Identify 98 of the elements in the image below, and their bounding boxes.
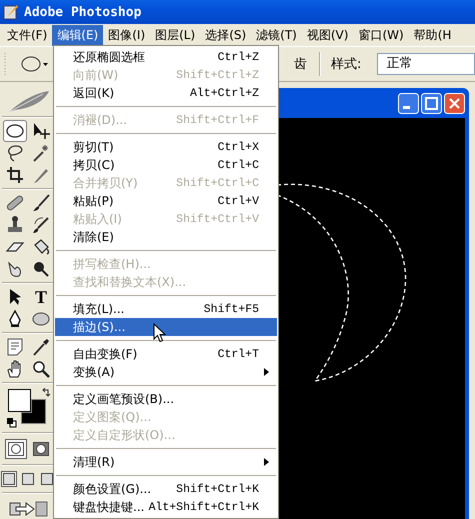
- menu-item-label: 自由变换(F): [73, 346, 138, 362]
- screen-mode-button[interactable]: [1, 471, 17, 487]
- crop-icon: [5, 165, 25, 185]
- menu-item[interactable]: 还原椭圆选框 Ctrl+Z: [55, 48, 277, 66]
- antialias-label: 齿: [294, 56, 307, 73]
- menu-item[interactable]: 粘贴(P) Ctrl+V: [55, 192, 277, 210]
- menu-item-label: 定义画笔预设(B)...: [73, 390, 174, 408]
- menu-item-label: 消褪(D)...: [73, 112, 128, 128]
- menu-item[interactable]: 键盘快捷键... Alt+Shift+Ctrl+K: [55, 498, 277, 516]
- screen-mode-button[interactable]: [20, 471, 36, 487]
- menu-item[interactable]: 清除(E): [55, 228, 277, 246]
- circle-icon: [8, 442, 24, 456]
- lasso-icon: [5, 143, 25, 163]
- wand-icon: [31, 143, 51, 163]
- circle-tool-icon: [31, 259, 51, 279]
- style-select[interactable]: 正常: [377, 53, 475, 75]
- menu-item-label: 定义图案(Q)...: [73, 408, 152, 426]
- screen-mode-button[interactable]: [39, 471, 55, 487]
- window-icon: [22, 473, 34, 485]
- window-icon: [3, 473, 15, 485]
- shortcut-label: Shift+F5: [204, 302, 259, 316]
- shortcut-label: Ctrl+X: [218, 140, 259, 154]
- menu-item[interactable]: 变换(A): [55, 363, 277, 381]
- style-label: 样式:: [331, 56, 362, 73]
- menu-item-label: 定义自定形状(O)...: [73, 426, 176, 444]
- menu-item-label: 还原椭圆选框: [73, 48, 145, 66]
- shortcut-label: Shift+Ctrl+Z: [176, 68, 259, 82]
- eyedropper-icon: [31, 337, 51, 357]
- brush-icon: [31, 193, 51, 213]
- menu-item[interactable]: 文件(F): [2, 24, 52, 46]
- note-icon: [5, 337, 25, 357]
- menu-item-label: 颜色设置(G)...: [73, 480, 152, 498]
- swap-arrow-icon[interactable]: [41, 388, 51, 398]
- mask-mode-button[interactable]: [4, 439, 26, 459]
- grip-handle[interactable]: [3, 52, 7, 76]
- shortcut-label: Ctrl+Z: [218, 50, 259, 64]
- menu-item-label: 剪切(T): [73, 138, 114, 156]
- foreground-color-swatch[interactable]: [8, 389, 31, 412]
- menu-item[interactable]: 颜色设置(G)... Shift+Ctrl+K: [55, 480, 277, 498]
- shortcut-label: Shift+Ctrl+C: [176, 176, 259, 190]
- maximize-button[interactable]: [421, 92, 442, 114]
- stamp-icon: [5, 215, 25, 235]
- type-tool-icon: T: [34, 287, 47, 307]
- ellipse-icon[interactable]: [19, 54, 49, 74]
- shortcut-label: Ctrl+C: [218, 158, 259, 172]
- tool-button[interactable]: [3, 120, 27, 142]
- menu-item[interactable]: 帮助(H: [408, 24, 456, 46]
- menu-item-label: 粘贴(P): [73, 192, 114, 210]
- shortcut-label: Alt+Ctrl+Z: [190, 86, 259, 100]
- menu-item-label: 清理(R): [73, 454, 115, 470]
- menu-item[interactable]: 填充(L)... Shift+F5: [55, 300, 277, 318]
- menu-item[interactable]: 视图(V): [302, 24, 354, 46]
- move-arrow-icon: [31, 121, 51, 141]
- menu-item-label: 变换(A): [73, 364, 115, 380]
- jump-arrow-icon[interactable]: [8, 499, 48, 519]
- shortcut-label: Ctrl+T: [218, 348, 259, 360]
- minimize-button[interactable]: [398, 92, 419, 114]
- menu-item[interactable]: 图层(L): [150, 24, 200, 46]
- menu-item-label: 描边(S)...: [73, 318, 126, 336]
- menu-item[interactable]: 编辑(E): [52, 24, 104, 46]
- submenu-arrow-icon: [264, 368, 269, 376]
- menu-item-label: 拷贝(C): [73, 156, 115, 174]
- shortcut-label: Shift+Ctrl+V: [176, 212, 259, 226]
- menu-item[interactable]: 图像(I): [103, 24, 150, 46]
- menu-item-label: 键盘快捷键...: [73, 498, 144, 516]
- menu-item-label: 向前(W): [73, 66, 118, 84]
- shortcut-label: Ctrl+V: [218, 194, 259, 208]
- shortcut-label: Alt+Shift+Ctrl+K: [148, 500, 259, 514]
- close-button[interactable]: [444, 92, 465, 114]
- default-colors-icon[interactable]: [7, 418, 17, 428]
- shortcut-label: Shift+Ctrl+K: [176, 482, 259, 496]
- circle-icon: [32, 442, 48, 456]
- menu-item-label: 填充(L)...: [73, 300, 124, 318]
- menu-item[interactable]: 剪切(T) Ctrl+X: [55, 138, 277, 156]
- brush-icon: [31, 215, 51, 235]
- menu-item[interactable]: 选择(S): [200, 24, 252, 46]
- menu-item[interactable]: 描边(S)...: [55, 318, 277, 336]
- background-color-swatch[interactable]: [21, 399, 46, 424]
- mouse-pointer-icon: [153, 323, 166, 343]
- menu-item[interactable]: 返回(K) Alt+Ctrl+Z: [55, 84, 277, 102]
- menu-item[interactable]: 滤镜(T): [251, 24, 302, 46]
- menu-item-label: 拼写检查(H)...: [73, 256, 151, 272]
- menu-item[interactable]: 自由变换(F) Ctrl+T: [55, 345, 277, 363]
- submenu-arrow-icon: [264, 458, 269, 466]
- menu-item-label: 返回(K): [73, 84, 114, 102]
- magnifier-icon: [31, 359, 51, 379]
- window-title: Adobe Photoshop: [24, 4, 142, 20]
- tool-button[interactable]: T: [29, 286, 53, 308]
- menu-item[interactable]: 清理(R): [55, 453, 277, 471]
- menu-item[interactable]: 定义画笔预设(B)...: [55, 390, 277, 408]
- menu-item-label: 查找和替换文本(X)...: [73, 274, 186, 290]
- menu-item[interactable]: 窗口(W): [353, 24, 409, 46]
- menu-item-label: 粘贴入(I): [73, 210, 122, 228]
- menu-item-label: 清除(E): [73, 228, 114, 246]
- menu-item[interactable]: 拷贝(C) Ctrl+C: [55, 156, 277, 174]
- menu-item-label: 合并拷贝(Y): [73, 174, 138, 192]
- shortcut-label: Shift+Ctrl+F: [176, 114, 259, 126]
- window-icon: [41, 473, 53, 485]
